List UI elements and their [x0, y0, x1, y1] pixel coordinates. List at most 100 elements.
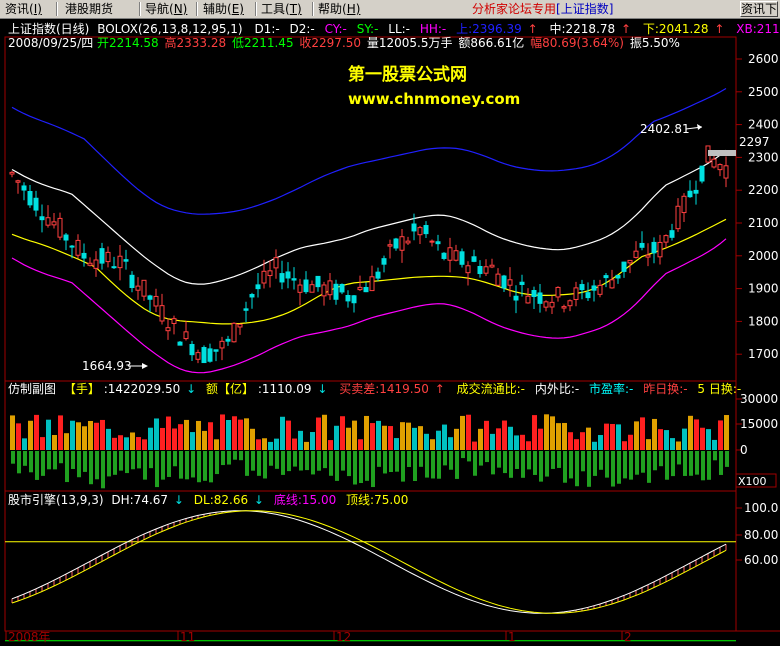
y-tick-label: 2200	[748, 183, 779, 197]
candle-body	[279, 273, 285, 283]
volume-bar	[370, 423, 375, 450]
volume-bar	[340, 416, 345, 450]
volume-bar	[544, 414, 549, 450]
volume-bar	[472, 441, 477, 450]
candle-body	[681, 195, 687, 214]
svg-text:上证指数(日线) BOLOX(26,13,8,12,: 上证指数(日线) BOLOX(26,13,8,12,95,1) D1:- D2:…	[8, 21, 780, 36]
up-arrow-icon: ↑	[528, 22, 538, 36]
candle-body	[387, 244, 393, 247]
volume-bar-down	[443, 451, 447, 466]
volume-bar	[376, 420, 381, 450]
cy-value: CY:-	[325, 22, 347, 36]
volume-bar	[484, 420, 489, 450]
volume-bar-down	[275, 451, 279, 469]
high-value: 高2333.28	[165, 35, 227, 50]
volume-bar-down	[251, 451, 255, 471]
volume-bar-down	[257, 451, 261, 476]
candle-body	[315, 275, 321, 288]
volume-bar-down	[131, 451, 135, 470]
volume-bar-down	[341, 451, 345, 471]
d2-value: D2:-	[290, 22, 315, 36]
candle-body	[231, 322, 237, 343]
volume-bar	[136, 437, 141, 450]
candle-body	[669, 230, 675, 238]
volume-bar-down	[659, 451, 663, 467]
volume-bar	[274, 438, 279, 450]
volume-bar-down	[425, 451, 429, 478]
menu-hk-futures[interactable]: 港股期货	[62, 1, 116, 17]
down-arrow-icon: ↓	[317, 382, 327, 396]
candle-body	[585, 292, 591, 299]
volume-bar-down	[59, 451, 63, 464]
volume-bar-down	[377, 451, 381, 467]
volume-bar	[10, 415, 15, 450]
amount-value: :1110.09	[258, 382, 312, 396]
candle-body	[567, 300, 573, 307]
volume-bar	[400, 422, 405, 450]
dl-line	[11, 510, 727, 614]
y-tick-label: 0	[740, 443, 748, 457]
candle-body	[453, 250, 459, 261]
candle-body	[153, 295, 159, 307]
candle-body	[141, 279, 147, 297]
volume-bar	[700, 427, 705, 450]
volume-bar-down	[449, 451, 453, 470]
candle-body	[405, 240, 411, 244]
candle-body	[411, 223, 417, 232]
up-arrow-icon: ↑	[714, 22, 724, 36]
menu-navigate[interactable]: 导航(N)	[142, 1, 190, 17]
candle-body	[243, 308, 249, 311]
info-button[interactable]: 资讯下	[740, 1, 778, 17]
menu-assist[interactable]: 辅助(E)	[200, 1, 247, 17]
menu-zixun[interactable]: 资讯(I)	[2, 1, 45, 17]
volume-bar-down	[485, 451, 489, 463]
volume-bar-down	[53, 451, 57, 470]
candle-body	[573, 287, 579, 300]
volume-bar-down	[137, 451, 141, 469]
volume-bar	[130, 432, 135, 450]
y-tick-label: 2100	[748, 216, 779, 230]
candle-body	[165, 327, 171, 332]
volume-bar	[598, 435, 603, 450]
y-tick-label: 2400	[748, 118, 779, 132]
volume-bar	[520, 434, 525, 450]
volume-bar	[532, 415, 537, 450]
candle-body	[339, 283, 345, 293]
volume-bar	[52, 435, 57, 450]
volume-bar-down	[323, 451, 327, 469]
volume-bar-down	[593, 451, 597, 476]
candlesticks	[9, 145, 729, 364]
volume-bar	[286, 420, 291, 450]
volume-bar-down	[287, 451, 291, 472]
candle-body	[147, 295, 153, 300]
volume-bar-down	[695, 451, 699, 475]
volume-bar	[682, 428, 687, 450]
volume-bar-down	[677, 451, 681, 465]
volume-bar	[226, 419, 231, 450]
volume-bar	[478, 428, 483, 450]
volume-bars	[10, 414, 729, 489]
menu-tools[interactable]: 工具(T)	[258, 1, 305, 17]
main-panel-frame	[4, 36, 737, 382]
menu-help[interactable]: 帮助(H)	[315, 1, 363, 17]
volume-bar	[610, 423, 615, 450]
volume-bar	[202, 430, 207, 450]
candle-body	[99, 248, 105, 264]
volume-bar-down	[329, 451, 333, 476]
volume-bar-down	[317, 451, 321, 471]
volume-bar-down	[455, 451, 459, 479]
candle-body	[465, 265, 471, 274]
candle-body	[309, 284, 315, 293]
y-tick-label: 60.00	[744, 553, 778, 567]
volume-bar	[214, 439, 219, 450]
volume-bar-down	[515, 451, 519, 469]
volume-bar	[268, 441, 273, 450]
candle-body	[657, 241, 663, 258]
volume-bar-down	[113, 451, 117, 475]
y-tick-label: 2300	[748, 150, 779, 164]
candle-body	[645, 254, 651, 258]
candle-body	[105, 251, 111, 263]
svg-text:2008/09/25/四 开2214.58: 2008/09/25/四 开2214.58 高2333.28 低2211.45 …	[8, 35, 680, 50]
volume-bar	[28, 420, 33, 450]
volume-bar-down	[587, 451, 591, 487]
